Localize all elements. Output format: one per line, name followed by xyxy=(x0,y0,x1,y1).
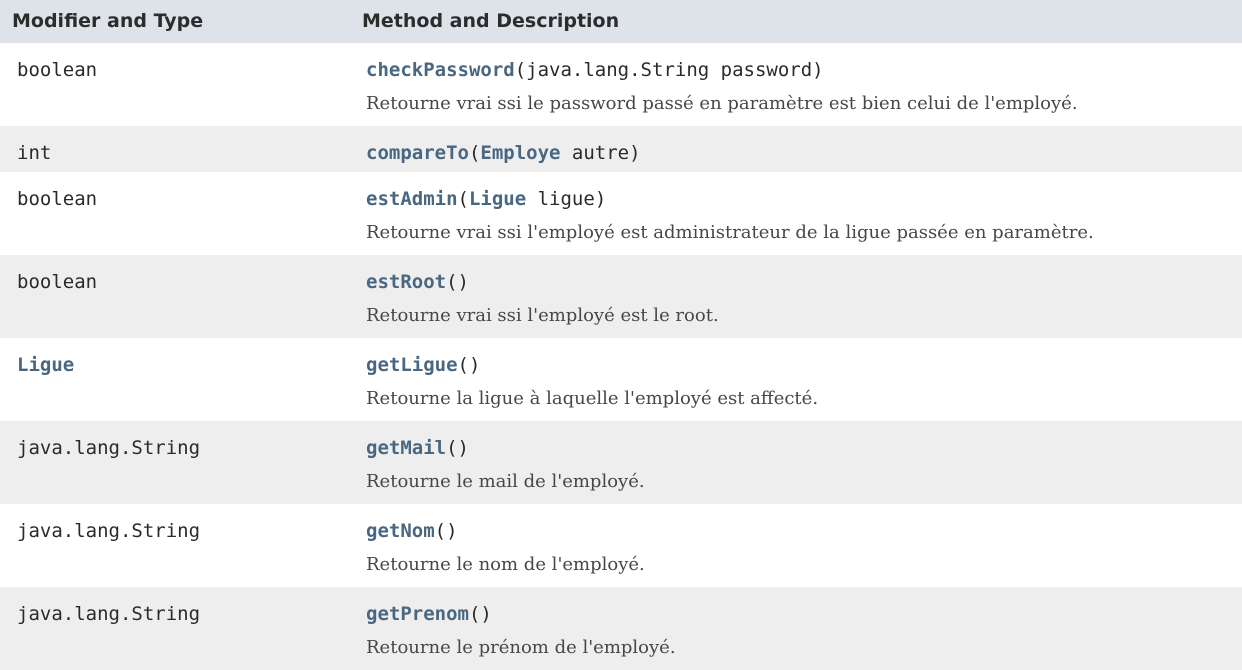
column-header-method-description: Method and Description xyxy=(349,0,1242,43)
method-link-checkpassword[interactable]: checkPassword xyxy=(366,59,515,81)
type-cell: Ligue xyxy=(0,338,349,421)
method-description: Retourne le prénom de l'employé. xyxy=(366,637,676,658)
method-description: Retourne la ligue à laquelle l'employé e… xyxy=(366,388,819,409)
method-signature: getMail() xyxy=(366,437,469,459)
method-cell: estAdmin(Ligue ligue) Retourne vrai ssi … xyxy=(349,172,1242,255)
method-link-compareto[interactable]: compareTo xyxy=(366,142,469,164)
type-cell: boolean xyxy=(0,43,349,126)
method-link-estadmin[interactable]: estAdmin xyxy=(366,188,458,210)
table-row: boolean estAdmin(Ligue ligue) Retourne v… xyxy=(0,172,1242,255)
table-row: java.lang.String getPrenom() Retourne le… xyxy=(0,587,1242,670)
method-signature: estRoot() xyxy=(366,271,469,293)
table-row: boolean estRoot() Retourne vrai ssi l'em… xyxy=(0,255,1242,338)
param-list: java.lang.String password xyxy=(526,59,813,81)
return-type: java.lang.String xyxy=(17,603,201,625)
type-cell: java.lang.String xyxy=(0,504,349,587)
return-type: int xyxy=(17,142,52,164)
return-type: java.lang.String xyxy=(17,437,201,459)
type-cell: boolean xyxy=(0,255,349,338)
table-row: java.lang.String getNom() Retourne le no… xyxy=(0,504,1242,587)
method-signature: estAdmin(Ligue ligue) xyxy=(366,188,607,210)
method-cell: checkPassword(java.lang.String password)… xyxy=(349,43,1242,126)
table-row: boolean checkPassword(java.lang.String p… xyxy=(0,43,1242,126)
method-description: Retourne vrai ssi l'employé est le root. xyxy=(366,305,719,326)
method-signature: getNom() xyxy=(366,520,458,542)
type-cell: int xyxy=(0,126,349,172)
method-signature: getLigue() xyxy=(366,354,481,376)
table-row: int compareTo(Employe autre) xyxy=(0,126,1242,172)
method-cell: compareTo(Employe autre) xyxy=(349,126,1242,172)
column-header-modifier-type: Modifier and Type xyxy=(0,0,349,43)
method-link-estroot[interactable]: estRoot xyxy=(366,271,446,293)
table-header-row: Modifier and Type Method and Description xyxy=(0,0,1242,43)
type-cell: java.lang.String xyxy=(0,421,349,504)
return-type-link-ligue[interactable]: Ligue xyxy=(17,354,349,376)
method-cell: getLigue() Retourne la ligue à laquelle … xyxy=(349,338,1242,421)
method-signature: checkPassword(java.lang.String password) xyxy=(366,59,824,81)
type-cell: boolean xyxy=(0,172,349,255)
method-cell: estRoot() Retourne vrai ssi l'employé es… xyxy=(349,255,1242,338)
method-link-getnom[interactable]: getNom xyxy=(366,520,435,542)
return-type: boolean xyxy=(17,188,98,210)
method-summary-table: Modifier and Type Method and Description… xyxy=(0,0,1242,670)
table-row: Ligue getLigue() Retourne la ligue à laq… xyxy=(0,338,1242,421)
method-description: Retourne vrai ssi le password passé en p… xyxy=(366,93,1078,114)
method-signature: compareTo(Employe autre) xyxy=(366,142,641,164)
table-row: java.lang.String getMail() Retourne le m… xyxy=(0,421,1242,504)
method-link-getmail[interactable]: getMail xyxy=(366,437,446,459)
method-link-getprenom[interactable]: getPrenom xyxy=(366,603,469,625)
method-link-getligue[interactable]: getLigue xyxy=(366,354,458,376)
method-description: Retourne le nom de l'employé. xyxy=(366,554,645,575)
type-link-ligue[interactable]: Ligue xyxy=(469,188,526,210)
type-cell: java.lang.String xyxy=(0,587,349,670)
type-link-employe[interactable]: Employe xyxy=(480,142,560,164)
method-cell: getNom() Retourne le nom de l'employé. xyxy=(349,504,1242,587)
method-cell: getMail() Retourne le mail de l'employé. xyxy=(349,421,1242,504)
method-description: Retourne le mail de l'employé. xyxy=(366,471,645,492)
return-type: java.lang.String xyxy=(17,520,201,542)
method-cell: getPrenom() Retourne le prénom de l'empl… xyxy=(349,587,1242,670)
return-type: boolean xyxy=(17,271,98,293)
method-signature: getPrenom() xyxy=(366,603,492,625)
method-description: Retourne vrai ssi l'employé est administ… xyxy=(366,222,1094,243)
return-type: boolean xyxy=(17,59,98,81)
